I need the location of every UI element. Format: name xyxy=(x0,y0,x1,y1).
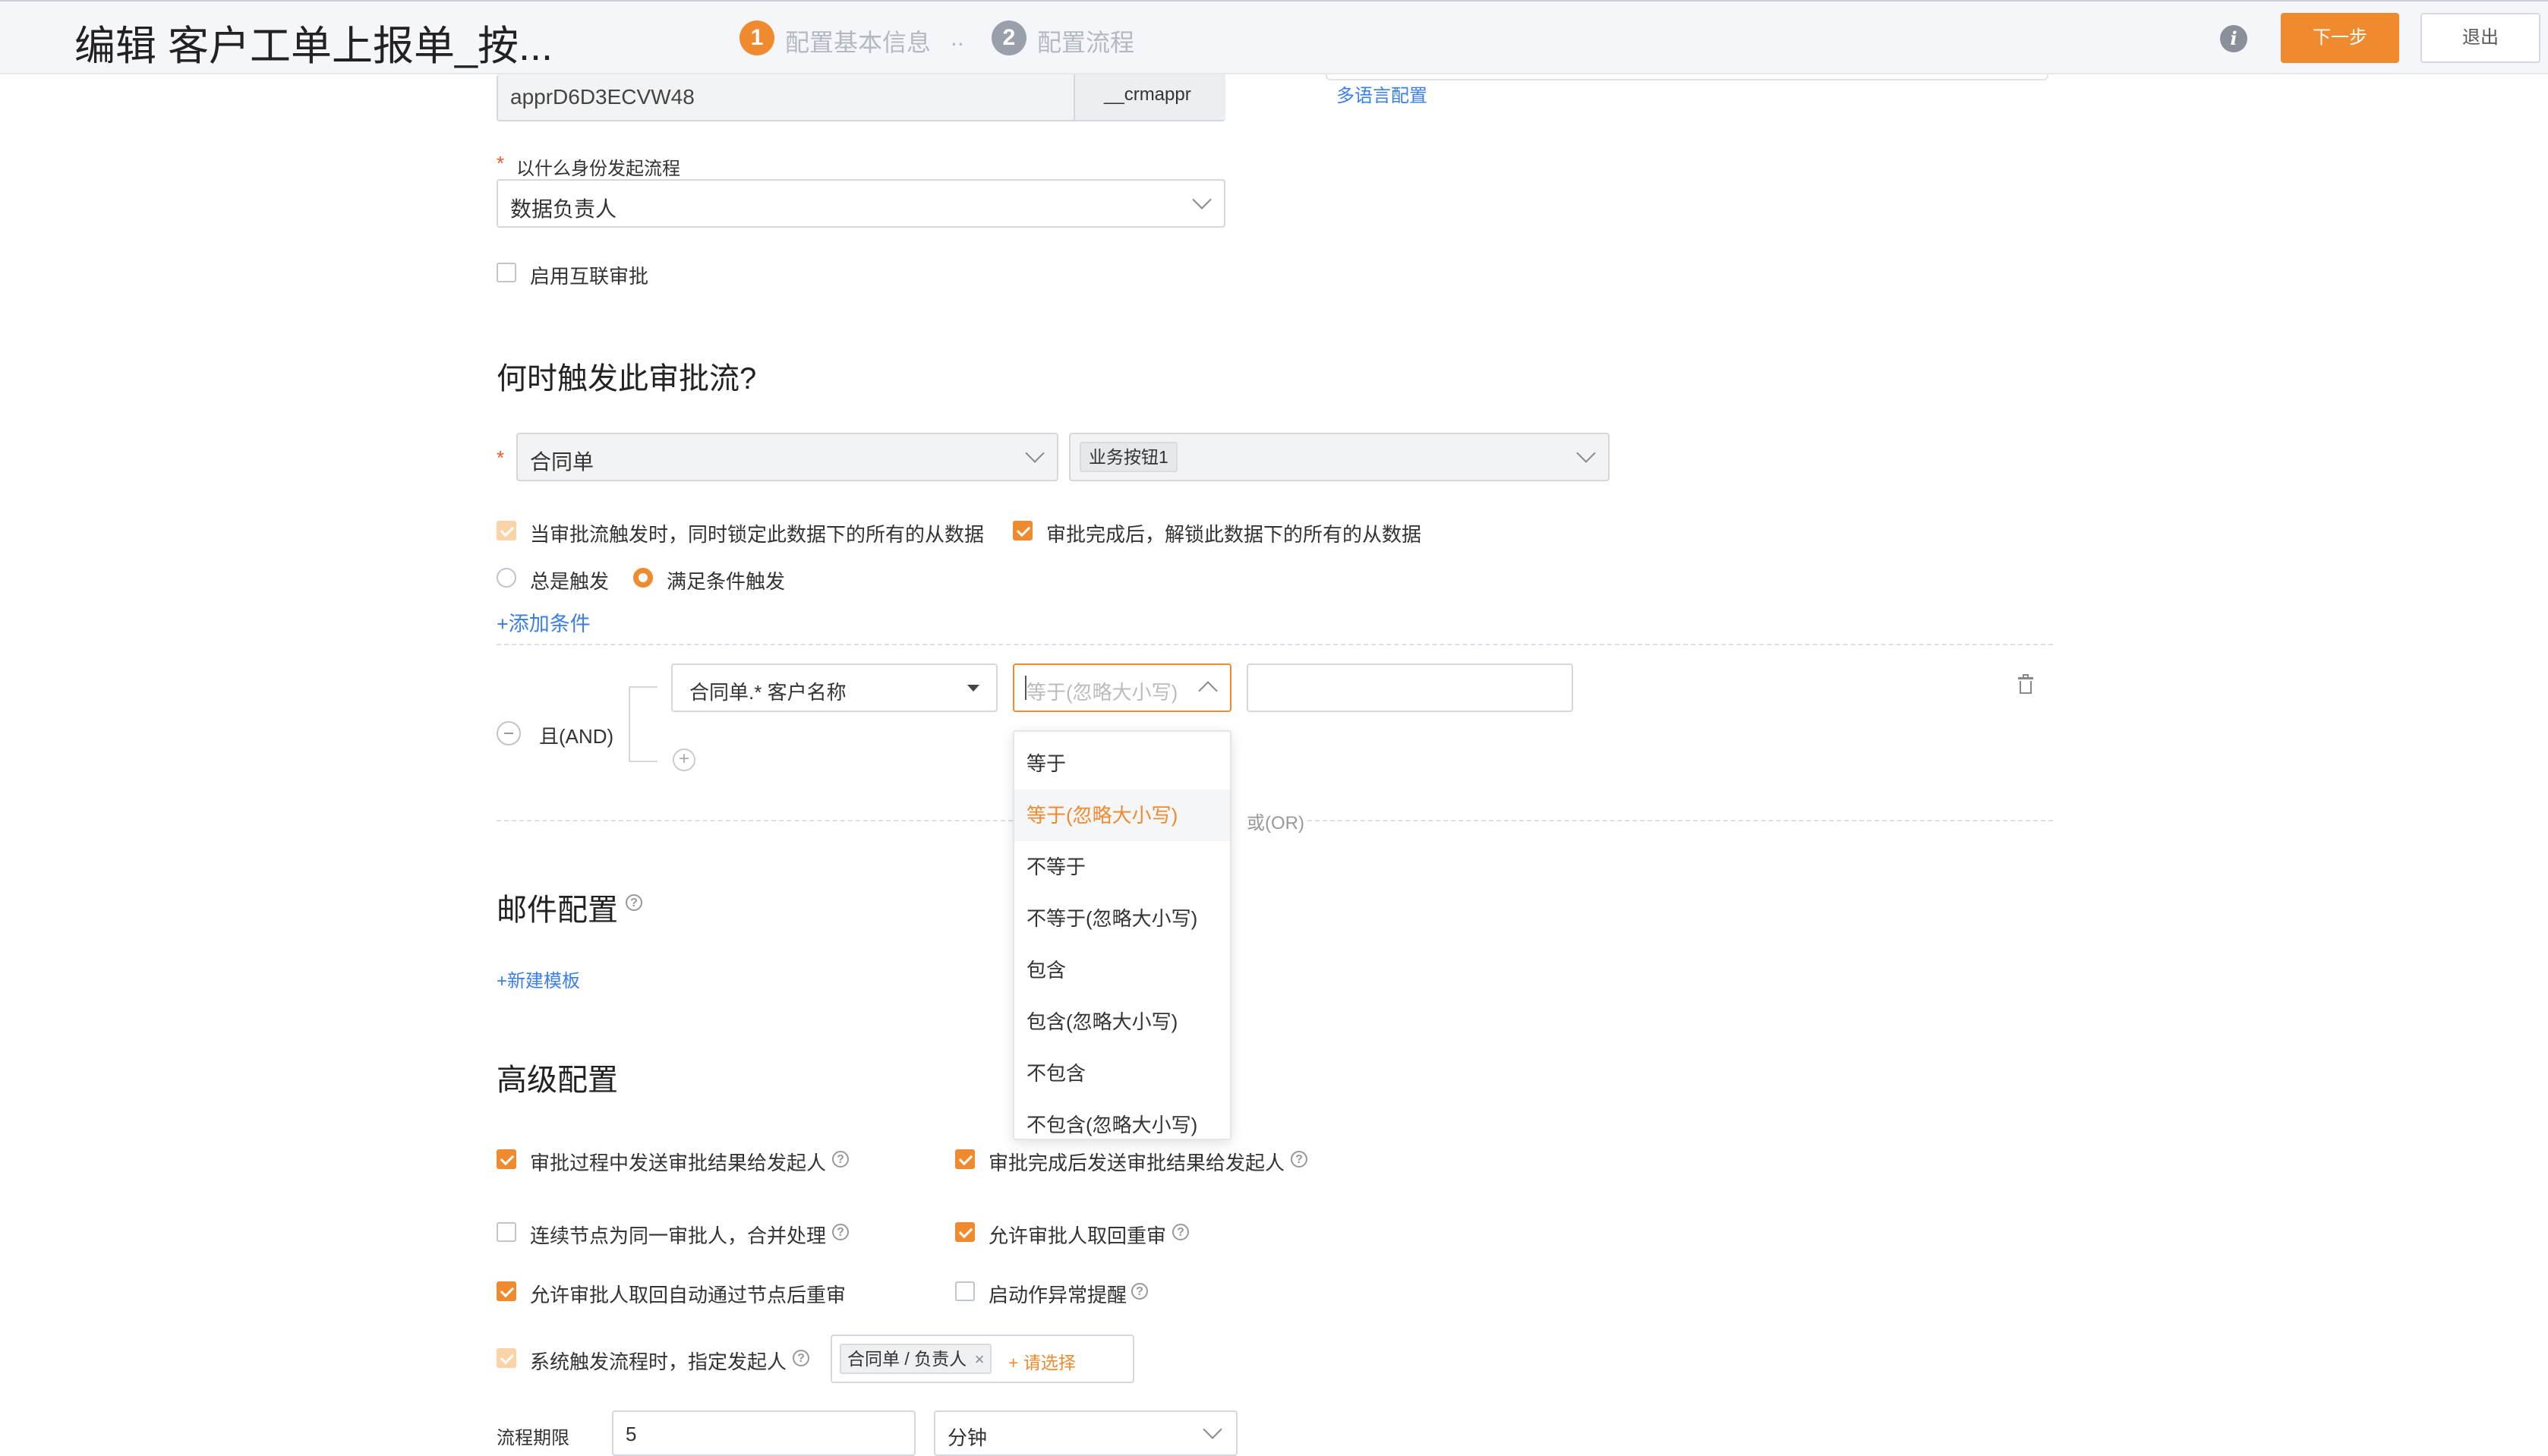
help-icon[interactable]: ? xyxy=(1131,1283,1148,1300)
operator-option[interactable]: 不等于 xyxy=(1014,841,1230,893)
trash-icon[interactable] xyxy=(2018,674,2033,694)
mail-section-title: 邮件配置 xyxy=(497,893,618,927)
or-divider-left xyxy=(497,820,1013,821)
adv-option-label: 连续节点为同一审批人，合并处理 xyxy=(530,1224,827,1247)
condition-trigger-radio[interactable] xyxy=(633,568,653,588)
lock-subdata-checkbox[interactable] xyxy=(497,521,516,540)
initiator-picker[interactable]: 合同单 / 负责人 × + 请选择 xyxy=(831,1335,1134,1383)
add-subcondition-icon[interactable]: + xyxy=(673,748,695,771)
adv-option-label: 审批过程中发送审批结果给发起人 xyxy=(530,1152,827,1174)
exit-button[interactable]: 退出 xyxy=(2420,13,2540,63)
deadline-value: 5 xyxy=(626,1423,637,1445)
multilang-config-link[interactable]: 多语言配置 xyxy=(1336,80,1427,107)
operator-dropdown: 等于 等于(忽略大小写) 不等于 不等于(忽略大小写) 包含 包含(忽略大小写)… xyxy=(1013,730,1231,1140)
operator-option[interactable]: 包含(忽略大小写) xyxy=(1014,996,1230,1048)
adv-option-checkbox[interactable] xyxy=(497,1348,516,1368)
operator-option[interactable]: 等于 xyxy=(1014,738,1230,789)
condition-trigger-label: 满足条件触发 xyxy=(667,570,786,593)
help-icon[interactable]: ? xyxy=(832,1224,849,1240)
adv-option-checkbox[interactable] xyxy=(497,1281,516,1301)
divider xyxy=(497,644,2053,645)
help-icon[interactable]: ? xyxy=(832,1151,849,1168)
adv-option-checkbox[interactable] xyxy=(497,1149,516,1169)
advanced-section-title: 高级配置 xyxy=(497,1064,618,1097)
step-2-label[interactable]: 配置流程 xyxy=(1037,24,1134,58)
adv-option-label: 允许审批人取回自动通过节点后重审 xyxy=(530,1284,847,1306)
button-tag-label: 业务按钮1 xyxy=(1089,447,1168,467)
api-name-suffix: __crmappr xyxy=(1104,84,1191,105)
chevron-down-icon xyxy=(1025,443,1045,463)
step-separator: .. xyxy=(951,24,964,51)
always-trigger-radio[interactable] xyxy=(497,568,516,588)
condition-operator-select[interactable]: 等于(忽略大小写) xyxy=(1013,663,1231,712)
button-tag: 业务按钮1 xyxy=(1080,442,1178,472)
remove-group-icon[interactable] xyxy=(497,721,521,745)
adv-option-checkbox[interactable] xyxy=(955,1149,975,1169)
next-step-button[interactable]: 下一步 xyxy=(2281,13,2399,63)
condition-field-value: 合同单.* 客户名称 xyxy=(689,681,847,704)
chevron-down-icon xyxy=(1192,190,1212,210)
operator-option[interactable]: 不等于(忽略大小写) xyxy=(1014,893,1230,944)
required-mark: * xyxy=(497,152,505,175)
operator-option[interactable]: 包含 xyxy=(1014,944,1230,996)
api-name-value: apprD6D3ECVW48 xyxy=(510,85,695,109)
adv-option-label: 允许审批人取回重审 xyxy=(989,1224,1167,1247)
new-template-link[interactable]: +新建模板 xyxy=(497,966,580,992)
deadline-unit-select[interactable]: 分钟 xyxy=(934,1410,1238,1456)
condition-value-input[interactable] xyxy=(1247,663,1573,712)
api-name-field: apprD6D3ECVW48 __crmappr xyxy=(497,74,1225,121)
adv-option-label: 系统触发流程时，指定发起人 xyxy=(530,1350,787,1373)
step-2-badge: 2 xyxy=(992,20,1026,55)
step-1-badge: 1 xyxy=(739,20,774,55)
adv-option-checkbox[interactable] xyxy=(955,1281,975,1301)
initiator-label: 以什么身份发起流程 xyxy=(516,159,680,179)
deadline-input[interactable]: 5 xyxy=(612,1410,916,1456)
required-mark: * xyxy=(497,446,505,469)
condition-field-select[interactable]: 合同单.* 客户名称 xyxy=(671,663,998,712)
help-icon[interactable]: ? xyxy=(1172,1224,1189,1240)
unlock-subdata-checkbox[interactable] xyxy=(1013,521,1033,540)
operator-option[interactable]: 不包含(忽略大小写) xyxy=(1014,1099,1230,1139)
initiator-select-value: 数据负责人 xyxy=(510,197,617,221)
trigger-button-select[interactable]: 业务按钮1 xyxy=(1069,433,1610,481)
please-select-link[interactable]: + 请选择 xyxy=(1008,1348,1076,1374)
always-trigger-label: 总是触发 xyxy=(530,570,610,593)
adv-option-checkbox[interactable] xyxy=(955,1222,975,1242)
unlock-subdata-label: 审批完成后，解锁此数据下的所有的从数据 xyxy=(1046,523,1422,546)
or-label: 或(OR) xyxy=(1247,813,1304,834)
condition-operator-placeholder: 等于(忽略大小写) xyxy=(1026,681,1178,704)
adv-option-label: 审批完成后发送审批结果给发起人 xyxy=(989,1152,1285,1174)
help-icon[interactable]: ? xyxy=(1291,1151,1307,1168)
and-label: 且(AND) xyxy=(539,725,614,748)
close-icon[interactable]: × xyxy=(975,1350,985,1369)
deadline-unit-value: 分钟 xyxy=(948,1426,988,1449)
page-title: 编辑 客户工单上报单_按... xyxy=(74,24,553,69)
group-bracket xyxy=(629,686,657,762)
interconnect-label: 启用互联审批 xyxy=(530,265,649,288)
caret-down-icon xyxy=(967,685,979,692)
add-condition-link[interactable]: +添加条件 xyxy=(497,607,591,637)
initiator-tag: 合同单 / 负责人 × xyxy=(840,1344,992,1374)
or-divider-right xyxy=(1307,820,2053,821)
help-icon[interactable]: ? xyxy=(626,894,642,911)
initiator-select[interactable]: 数据负责人 xyxy=(497,179,1225,228)
info-icon[interactable]: i xyxy=(2220,25,2247,52)
help-icon[interactable]: ? xyxy=(793,1350,809,1366)
adv-option-label: 启动作异常提醒 xyxy=(989,1284,1127,1306)
operator-option[interactable]: 等于(忽略大小写) xyxy=(1014,789,1230,841)
lock-subdata-label: 当审批流触发时，同时锁定此数据下的所有的从数据 xyxy=(530,523,985,546)
step-1-label[interactable]: 配置基本信息 xyxy=(785,24,931,58)
trigger-section-title: 何时触发此审批流? xyxy=(497,362,757,396)
multilang-field-edge[interactable] xyxy=(1326,74,2048,80)
interconnect-checkbox[interactable] xyxy=(497,263,516,282)
operator-option[interactable]: 不包含 xyxy=(1014,1048,1230,1099)
trigger-object-value: 合同单 xyxy=(530,450,594,474)
chevron-down-icon xyxy=(1576,443,1596,463)
chevron-up-icon xyxy=(1198,681,1218,701)
adv-option-checkbox[interactable] xyxy=(497,1222,516,1242)
trigger-object-select[interactable]: 合同单 xyxy=(516,433,1058,481)
initiator-tag-label: 合同单 / 负责人 xyxy=(847,1349,967,1369)
